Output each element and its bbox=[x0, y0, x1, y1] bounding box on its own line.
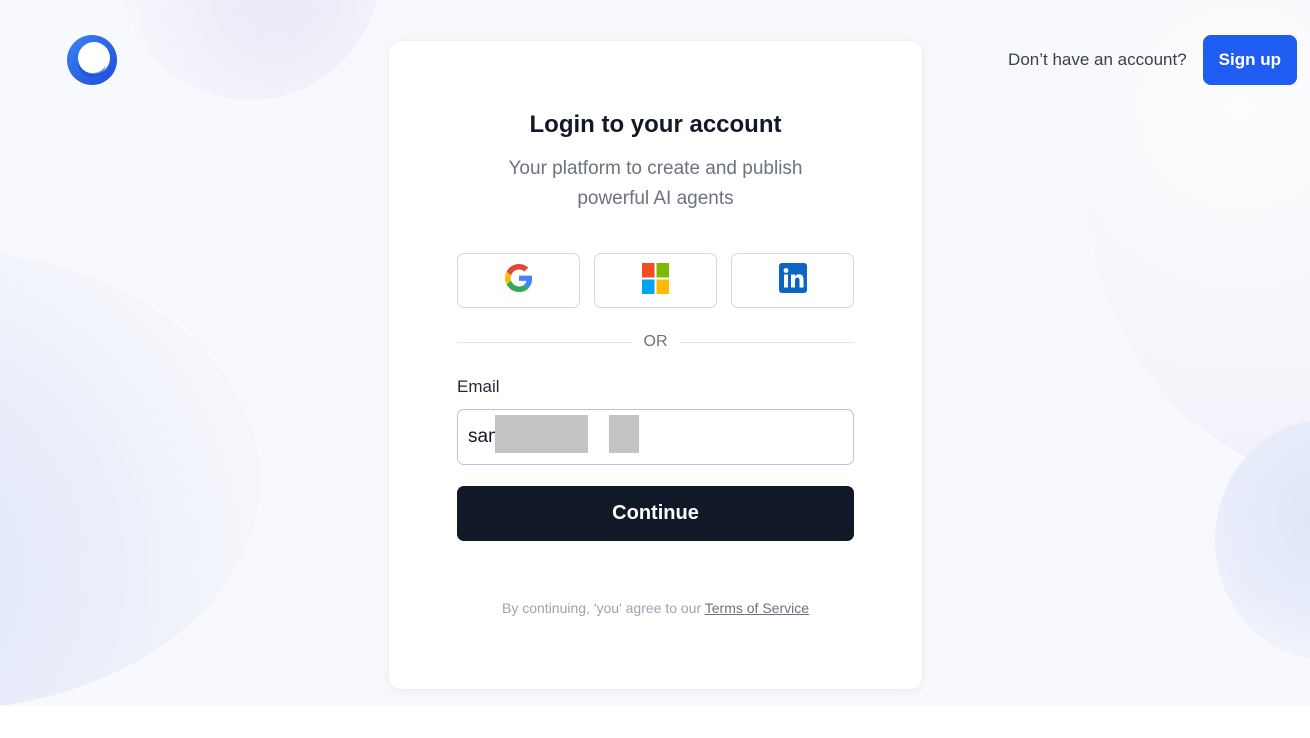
terms-of-service-link[interactable]: Terms of Service bbox=[705, 600, 809, 616]
decorative-blob bbox=[0, 250, 260, 706]
email-label: Email bbox=[457, 377, 500, 396]
google-login-button[interactable] bbox=[457, 253, 580, 308]
decorative-blob bbox=[1215, 420, 1310, 660]
signup-button[interactable]: Sign up bbox=[1202, 35, 1297, 85]
header-actions: Don’t have an account? Sign up bbox=[1008, 35, 1297, 85]
terms-notice: By continuing, 'you' agree to our Terms … bbox=[389, 600, 922, 616]
divider-line bbox=[679, 341, 854, 343]
microsoft-icon bbox=[642, 262, 669, 299]
brand-logo-icon[interactable] bbox=[65, 33, 119, 87]
redaction-box bbox=[495, 415, 588, 453]
continue-button[interactable]: Continue bbox=[457, 486, 854, 541]
or-divider: OR bbox=[457, 331, 854, 353]
divider-text: OR bbox=[643, 333, 668, 350]
page-title: Login to your account bbox=[529, 111, 782, 138]
linkedin-icon bbox=[778, 263, 807, 298]
microsoft-login-button[interactable] bbox=[594, 253, 717, 308]
linkedin-login-button[interactable] bbox=[731, 253, 854, 308]
decorative-blob bbox=[120, 0, 380, 100]
sso-button-row bbox=[457, 253, 854, 308]
divider-line bbox=[457, 341, 632, 343]
google-icon bbox=[504, 264, 533, 297]
no-account-text: Don’t have an account? bbox=[1008, 50, 1187, 69]
login-card: Login to your account Your platform to c… bbox=[389, 41, 922, 689]
redaction-box bbox=[609, 415, 639, 453]
page-subtitle: Your platform to create and publish powe… bbox=[508, 158, 803, 209]
terms-prefix: By continuing, 'you' agree to our bbox=[501, 600, 705, 616]
